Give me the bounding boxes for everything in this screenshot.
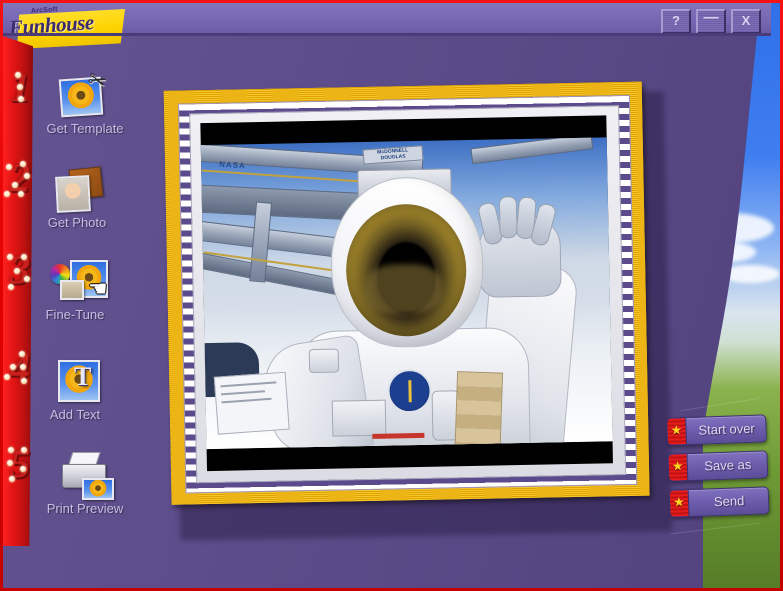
start-over-button[interactable]: ★ Start over <box>666 414 768 446</box>
send-button[interactable]: ★ Send <box>668 486 770 518</box>
send-button-label: Send <box>713 493 745 510</box>
star-icon: ★ <box>672 494 686 510</box>
title-bar-divider <box>3 33 771 36</box>
help-button[interactable]: ? <box>661 9 691 34</box>
minimize-button[interactable]: — <box>696 9 726 34</box>
star-icon: ★ <box>670 422 683 438</box>
photo-truss-right <box>470 137 594 165</box>
photo-album-icon <box>50 166 104 213</box>
sidebar-item-print-preview[interactable]: Print Preview <box>26 452 144 516</box>
star-icon: ★ <box>671 458 684 474</box>
sidebar-label-add-text: Add Text <box>49 407 101 422</box>
sidebar-label-print-preview: Print Preview <box>46 501 124 516</box>
sidebar-item-get-photo[interactable]: Get Photo <box>18 166 136 230</box>
photo-checklist-card <box>213 371 290 435</box>
sidebar-label-fine-tune: Fine-Tune <box>45 307 105 322</box>
window-button-group: ? — X <box>661 9 761 34</box>
frame-striped-matte: NASA McDONNELL DOUGLAS <box>177 94 638 494</box>
sidebar-item-fine-tune[interactable]: Fine-Tune <box>16 258 134 322</box>
close-button[interactable]: X <box>731 9 761 34</box>
frame-inner-matte: NASA McDONNELL DOUGLAS <box>189 105 627 484</box>
text-tool-icon: T <box>48 358 102 404</box>
title-bar: ArcSoft Funhouse ? — X <box>3 3 771 49</box>
photo-red-stripe <box>372 432 425 439</box>
photo-nasa-text: NASA <box>218 159 247 171</box>
color-wheel-photo-icon <box>48 258 108 304</box>
save-as-button-label: Save as <box>704 456 752 474</box>
photo-astronaut-helmet <box>329 175 485 349</box>
printer-icon <box>58 452 114 500</box>
frame-gold-border: NASA McDONNELL DOUGLAS <box>163 81 650 505</box>
photo-visor-reflection <box>364 263 444 316</box>
start-over-button-label: Start over <box>698 420 755 438</box>
save-as-button[interactable]: ★ Save as <box>667 450 769 482</box>
frame-black-mount: NASA McDONNELL DOUGLAS <box>200 115 613 472</box>
photo-frame[interactable]: NASA McDONNELL DOUGLAS <box>163 81 673 541</box>
action-button-group: ★ Start over ★ Save as ★ Send <box>666 414 772 525</box>
photo-chest-module-1 <box>308 348 340 374</box>
photo-tether-strap <box>454 371 504 447</box>
sidebar-label-get-template: Get Template <box>46 121 124 136</box>
funhouse-window: ArcSoft Funhouse ? — X 1 2 3 4 <box>0 0 783 591</box>
photo-astronaut-glove <box>476 196 562 298</box>
photo-chest-module-2 <box>331 399 387 437</box>
sidebar-item-get-template[interactable]: ✂ Get Template <box>26 66 144 136</box>
astronaut-photo[interactable]: NASA McDONNELL DOUGLAS <box>200 137 613 450</box>
template-scissors-icon: ✂ <box>58 66 112 118</box>
sidebar-item-add-text[interactable]: T Add Text <box>16 358 134 422</box>
sidebar-label-get-photo: Get Photo <box>47 215 107 230</box>
photo-helmet-visor <box>344 203 468 338</box>
